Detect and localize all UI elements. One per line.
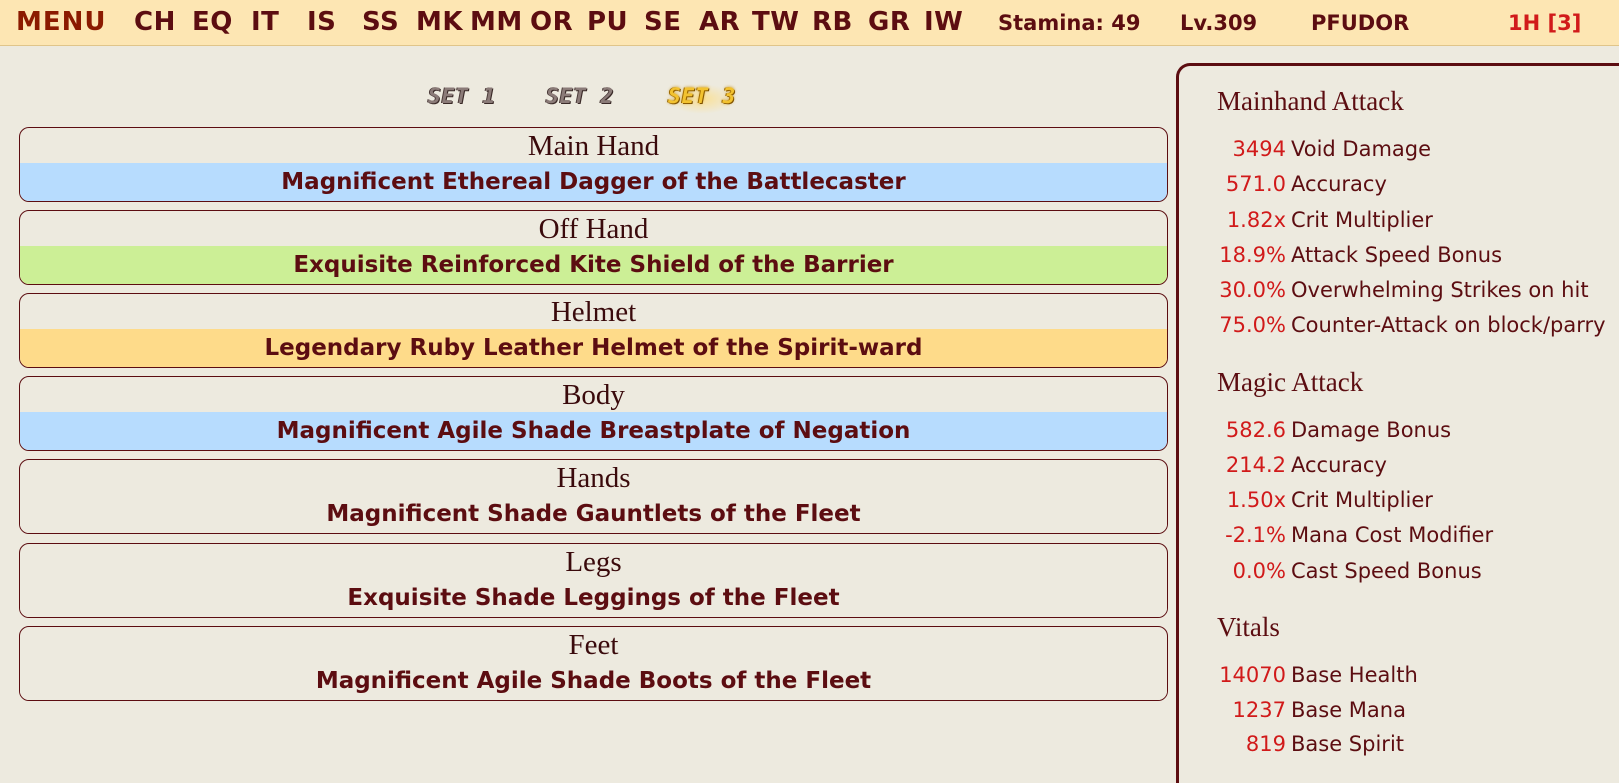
stat-label: Overwhelming Strikes on hit [1291, 278, 1589, 302]
stat-row: 571.0 Accuracy [1179, 172, 1619, 202]
stat-row: -2.1% Mana Cost Modifier [1179, 523, 1619, 553]
slot-off-hand: Off Hand Exquisite Reinforced Kite Shiel… [19, 210, 1168, 285]
nav-or[interactable]: OR [530, 7, 573, 37]
nav-is[interactable]: IS [307, 7, 336, 37]
magic-attack-heading: Magic Attack [1217, 367, 1364, 397]
nav-ss[interactable]: SS [362, 7, 399, 37]
slot-helmet: Helmet Legendary Ruby Leather Helmet of … [19, 293, 1168, 368]
nav-rb[interactable]: RB [812, 7, 853, 37]
stat-value: 582.6 [1225, 418, 1286, 442]
stat-row: 75.0% Counter-Attack on block/parry [1179, 313, 1619, 343]
slot-body: Body Magnificent Agile Shade Breastplate… [19, 376, 1168, 451]
stat-label: Counter-Attack on block/parry [1291, 313, 1606, 337]
stat-value: -2.1% [1225, 523, 1286, 547]
equipped-item[interactable]: Exquisite Shade Leggings of the Fleet [20, 579, 1167, 617]
stat-label: Attack Speed Bonus [1291, 243, 1503, 267]
hand-indicator: 1H [3] [1508, 11, 1582, 35]
stamina-indicator: Stamina: 49 [998, 11, 1141, 35]
stat-value: 75.0% [1219, 313, 1286, 337]
stat-row: 582.6 Damage Bonus [1179, 418, 1619, 448]
nav-ch[interactable]: CH [134, 7, 176, 37]
nav-ar[interactable]: AR [699, 7, 740, 37]
equipped-item[interactable]: Magnificent Agile Shade Boots of the Fle… [20, 662, 1167, 700]
nav-tw[interactable]: TW [752, 7, 799, 37]
level-indicator: Lv.309 [1180, 11, 1258, 35]
nav-gr[interactable]: GR [868, 7, 910, 37]
nav-eq[interactable]: EQ [192, 7, 233, 37]
stat-value: 819 [1245, 732, 1286, 756]
slot-feet: Feet Magnificent Agile Shade Boots of th… [19, 626, 1168, 701]
equipped-item[interactable]: Exquisite Reinforced Kite Shield of the … [20, 246, 1167, 284]
stat-label: Base Health [1291, 663, 1418, 687]
stat-label: Mana Cost Modifier [1291, 523, 1494, 547]
nav-it[interactable]: IT [251, 7, 279, 37]
stat-row: 1.50x Crit Multiplier [1179, 488, 1619, 518]
stat-value: 3494 [1232, 137, 1286, 161]
stat-value: 1237 [1232, 698, 1286, 722]
equipped-item[interactable]: Magnificent Agile Shade Breastplate of N… [20, 412, 1167, 450]
stat-value: 1.82x [1226, 208, 1286, 232]
stat-label: Accuracy [1291, 172, 1387, 196]
stat-value: 18.9% [1219, 243, 1286, 267]
slot-legs: Legs Exquisite Shade Leggings of the Fle… [19, 543, 1168, 618]
slot-label: Helmet [550, 296, 637, 328]
stat-label: Crit Multiplier [1291, 208, 1433, 232]
stat-value: 571.0 [1225, 172, 1286, 196]
slot-label: Feet [568, 629, 619, 661]
nav-pu[interactable]: PU [587, 7, 628, 37]
stat-value: 14070 [1219, 663, 1286, 687]
stat-value: 214.2 [1225, 453, 1286, 477]
mainhand-attack-heading: Mainhand Attack [1217, 86, 1404, 116]
nav-mk[interactable]: MK [416, 7, 463, 37]
stat-row: 1.82x Crit Multiplier [1179, 208, 1619, 238]
equipped-item[interactable]: Magnificent Ethereal Dagger of the Battl… [20, 163, 1167, 201]
slot-hands: Hands Magnificent Shade Gauntlets of the… [19, 459, 1168, 534]
menu-button[interactable]: MENU [16, 7, 107, 37]
stat-label: Damage Bonus [1291, 418, 1452, 442]
stat-row: 30.0% Overwhelming Strikes on hit [1179, 278, 1619, 308]
stat-label: Accuracy [1291, 453, 1387, 477]
stat-label: Base Spirit [1291, 732, 1405, 756]
stat-row: 18.9% Attack Speed Bonus [1179, 243, 1619, 273]
stat-row: 0.0% Cast Speed Bonus [1179, 559, 1619, 589]
equipped-item[interactable]: Magnificent Shade Gauntlets of the Fleet [20, 495, 1167, 533]
stat-value: 0.0% [1232, 559, 1286, 583]
vitals-heading: Vitals [1217, 612, 1280, 642]
slot-main-hand: Main Hand Magnificent Ethereal Dagger of… [19, 127, 1168, 202]
equipped-item[interactable]: Legendary Ruby Leather Helmet of the Spi… [20, 329, 1167, 367]
stat-label: Base Mana [1291, 698, 1406, 722]
slot-label: Body [562, 379, 625, 411]
stat-row: 14070 Base Health [1179, 663, 1619, 693]
set-1-tab[interactable]: SET 1 [428, 84, 496, 114]
nav-se[interactable]: SE [644, 7, 682, 37]
slot-label: Main Hand [527, 130, 660, 162]
stat-label: Crit Multiplier [1291, 488, 1433, 512]
stat-row: 1237 Base Mana [1179, 698, 1619, 728]
stat-label: Void Damage [1291, 137, 1432, 161]
nav-iw[interactable]: IW [924, 7, 963, 37]
top-menu-bar: MENU CH EQ IT IS SS MK MM OR PU SE AR TW… [0, 0, 1619, 46]
stat-row: 214.2 Accuracy [1179, 453, 1619, 483]
stats-panel: Mainhand Attack 3494 Void Damage 571.0 A… [1176, 63, 1619, 783]
player-name: PFUDOR [1311, 11, 1410, 35]
stat-value: 30.0% [1219, 278, 1286, 302]
nav-mm[interactable]: MM [470, 7, 523, 37]
slot-label: Off Hand [538, 213, 649, 245]
set-2-tab[interactable]: SET 2 [546, 84, 614, 114]
stat-value: 1.50x [1226, 488, 1286, 512]
slot-label: Legs [565, 546, 622, 578]
stat-label: Cast Speed Bonus [1291, 559, 1482, 583]
slot-label: Hands [556, 462, 631, 494]
stat-row: 819 Base Spirit [1179, 732, 1619, 762]
set-3-tab[interactable]: SET 3 [668, 84, 737, 114]
stat-row: 3494 Void Damage [1179, 137, 1619, 167]
